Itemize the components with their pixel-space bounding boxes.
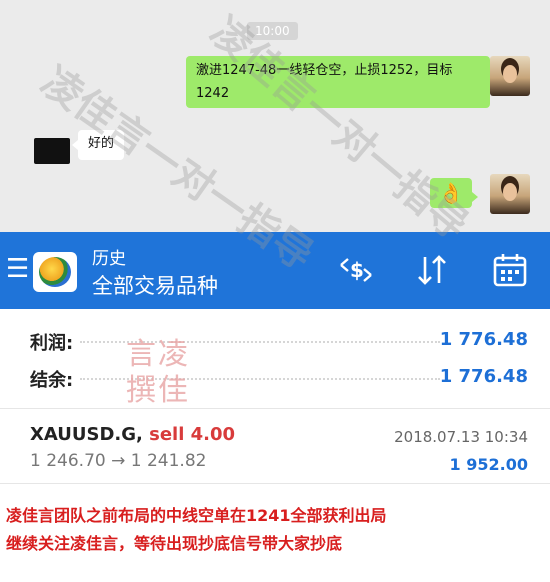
section-divider bbox=[0, 408, 550, 409]
trade-datetime: 2018.07.13 10:34 bbox=[394, 428, 528, 446]
seal-stamp: 言凌 撰佳 bbox=[124, 332, 208, 408]
caption-line-1: 凌佳言团队之前布局的中线空单在1241全部获利出局 bbox=[6, 506, 387, 525]
trade-prices: 1 246.70 → 1 241.82 bbox=[30, 451, 207, 471]
contact-avatar[interactable] bbox=[34, 138, 70, 164]
incoming-message[interactable]: 好的 bbox=[71, 130, 125, 160]
incoming-message-text: 好的 bbox=[88, 136, 115, 151]
app-logo-icon bbox=[33, 252, 77, 292]
profit-label: 利润: bbox=[30, 333, 74, 354]
chat-panel: 10:00 激进1247-48一线轻仓空，止损1252，目标1242 好的 👌 bbox=[0, 0, 550, 232]
svg-text:$: $ bbox=[350, 258, 364, 282]
menu-icon[interactable]: ☰ bbox=[6, 256, 29, 282]
message-timestamp: 10:00 bbox=[247, 22, 298, 40]
caption-line-2: 继续关注凌佳言，等待出现抄底信号带大家抄底 bbox=[6, 534, 343, 553]
trade-symbol[interactable]: XAUUSD.G, sell 4.00 bbox=[30, 424, 235, 445]
header-title: 历史 bbox=[92, 249, 126, 269]
ok-hand-icon: 👌 bbox=[438, 181, 464, 205]
section-divider bbox=[0, 483, 550, 484]
sender-avatar[interactable] bbox=[490, 56, 530, 96]
trade-profit: 1 952.00 bbox=[449, 455, 528, 474]
currency-exchange-icon[interactable]: $ bbox=[336, 252, 376, 288]
trade-side: sell 4.00 bbox=[149, 424, 236, 445]
sender-avatar[interactable] bbox=[490, 174, 530, 214]
app-header: ☰ 历史 全部交易品种 $ bbox=[0, 232, 550, 309]
trade-symbol-text: XAUUSD.G, bbox=[30, 424, 143, 445]
profit-value: 1 776.48 bbox=[439, 329, 528, 350]
outgoing-emoji-message[interactable]: 👌 bbox=[430, 178, 478, 208]
svg-text:撰佳: 撰佳 bbox=[126, 373, 190, 406]
svg-text:言凌: 言凌 bbox=[126, 337, 190, 372]
header-subtitle[interactable]: 全部交易品种 bbox=[92, 270, 218, 300]
outgoing-message-text: 激进1247-48一线轻仓空，止损1252，目标1242 bbox=[196, 63, 453, 101]
calendar-icon[interactable] bbox=[490, 252, 530, 288]
balance-label: 结余: bbox=[30, 370, 74, 391]
outgoing-message[interactable]: 激进1247-48一线轻仓空，止损1252，目标1242 bbox=[186, 56, 496, 108]
sort-icon[interactable] bbox=[412, 252, 452, 288]
balance-value: 1 776.48 bbox=[439, 366, 528, 387]
